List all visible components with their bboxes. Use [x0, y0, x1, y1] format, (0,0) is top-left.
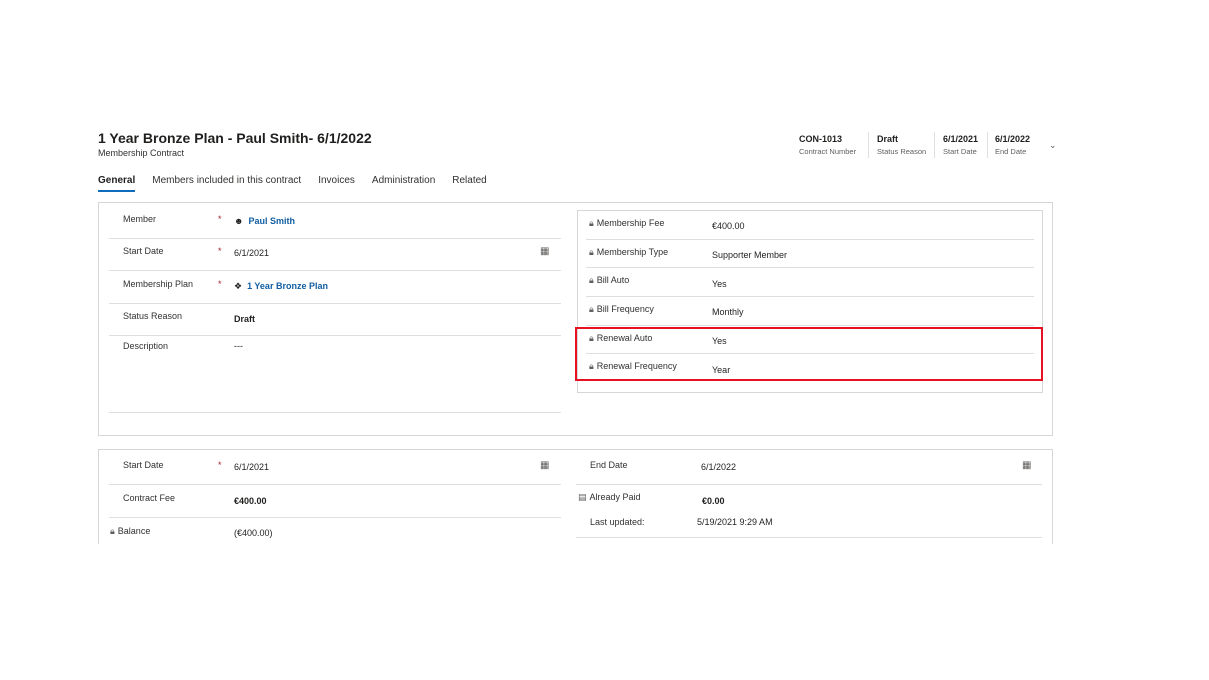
description-label: Description: [123, 341, 169, 351]
membership-type-label: 🔒︎ Membership Type: [589, 247, 669, 257]
required-marker: *: [218, 246, 222, 256]
contract-fee-label: Contract Fee: [123, 493, 176, 503]
description-field[interactable]: ---: [234, 341, 243, 351]
header-field-label: Contract Number: [799, 147, 857, 156]
required-marker: *: [218, 214, 222, 224]
divider: [586, 239, 1034, 240]
start-date-field[interactable]: 6/1/2021: [234, 462, 269, 472]
last-updated-value: 5/19/2021 9:29 AM: [697, 517, 773, 527]
required-marker: *: [218, 460, 222, 470]
lock-icon: 🔒︎: [589, 304, 594, 314]
header-field-value: CON-1013: [799, 134, 843, 144]
divider: [576, 484, 1042, 485]
chevron-down-icon[interactable]: ⌄: [1049, 140, 1057, 151]
lock-icon: 🔒︎: [589, 218, 594, 228]
end-date-field[interactable]: 6/1/2022: [701, 462, 736, 472]
member-link[interactable]: Paul Smith: [248, 216, 295, 226]
divider: [576, 537, 1042, 538]
required-marker: *: [218, 279, 222, 289]
divider: [109, 303, 561, 304]
plan-link[interactable]: 1 Year Bronze Plan: [247, 281, 328, 291]
header-field-value: 6/1/2021: [943, 134, 979, 144]
header-field-label: End Date: [995, 147, 1027, 156]
header-divider: [987, 132, 988, 158]
header-field-value: Draft: [877, 134, 899, 144]
member-field[interactable]: ☻ Paul Smith: [234, 216, 295, 226]
balance-label: 🔒︎ Balance: [110, 526, 151, 536]
contract-fee-field[interactable]: €400.00: [234, 496, 267, 506]
entity-type: Membership Contract: [98, 148, 185, 158]
divider: [586, 325, 1034, 326]
contact-icon: ☻: [234, 216, 244, 226]
tab-members[interactable]: Members included in this contract: [152, 175, 301, 190]
header-divider: [868, 132, 869, 158]
tab-general[interactable]: General: [98, 175, 136, 192]
bill-frequency-label: 🔒︎ Bill Frequency: [589, 304, 654, 314]
membership-fee-field: €400.00: [712, 221, 745, 231]
divider: [586, 296, 1034, 297]
renewal-highlight-box: [575, 327, 1043, 381]
header-end-date: 6/1/2022 End Date: [995, 134, 1038, 156]
divider: [109, 270, 561, 271]
membership-plan-field[interactable]: ❖ 1 Year Bronze Plan: [234, 281, 328, 292]
header-status-reason: Draft Status Reason: [877, 134, 934, 156]
lock-icon: 🔒︎: [110, 526, 115, 536]
header-field-label: Start Date: [943, 147, 977, 156]
header-divider: [934, 132, 935, 158]
calculator-icon: ▤: [578, 492, 587, 502]
tab-invoices[interactable]: Invoices: [318, 175, 355, 190]
start-date-label: Start Date: [123, 460, 164, 470]
tab-administration[interactable]: Administration: [372, 175, 435, 190]
divider: [109, 484, 561, 485]
calendar-icon[interactable]: ▦: [540, 460, 549, 471]
member-label: Member: [123, 214, 157, 224]
bill-auto-label: 🔒︎ Bill Auto: [589, 275, 630, 285]
lock-icon: 🔒︎: [589, 275, 594, 285]
header-field-value: 6/1/2022: [995, 134, 1031, 144]
lock-icon: 🔒︎: [589, 247, 594, 257]
header-start-date: 6/1/2021 Start Date: [943, 134, 986, 156]
membership-fee-label: 🔒︎ Membership Fee: [589, 218, 665, 228]
status-reason-field[interactable]: Draft: [234, 314, 255, 324]
page-title: 1 Year Bronze Plan - Paul Smith- 6/1/202…: [98, 130, 372, 146]
start-date-field[interactable]: 6/1/2021: [234, 248, 269, 258]
tab-related[interactable]: Related: [452, 175, 486, 190]
divider: [109, 412, 561, 413]
bill-auto-field: Yes: [712, 279, 727, 289]
header-field-label: Status Reason: [877, 147, 927, 156]
plan-icon: ❖: [234, 281, 243, 291]
balance-field: (€400.00): [234, 528, 273, 538]
bill-frequency-field: Monthly: [712, 307, 744, 317]
already-paid-label: ▤ Already Paid: [578, 492, 641, 502]
divider: [109, 238, 561, 239]
membership-plan-label: Membership Plan: [123, 279, 194, 289]
divider: [109, 335, 561, 336]
end-date-label: End Date: [590, 460, 628, 470]
already-paid-field: €0.00: [702, 496, 725, 506]
calendar-icon[interactable]: ▦: [1022, 460, 1031, 471]
header-contract-number: CON-1013 Contract Number: [799, 134, 864, 156]
divider: [109, 517, 561, 518]
last-updated-label: Last updated:: [590, 517, 645, 527]
status-reason-label: Status Reason: [123, 311, 183, 321]
start-date-label: Start Date: [123, 246, 164, 256]
divider: [586, 267, 1034, 268]
tab-bar: General Members included in this contrac…: [98, 175, 504, 192]
calendar-icon[interactable]: ▦: [540, 246, 549, 257]
membership-type-field: Supporter Member: [712, 250, 788, 260]
